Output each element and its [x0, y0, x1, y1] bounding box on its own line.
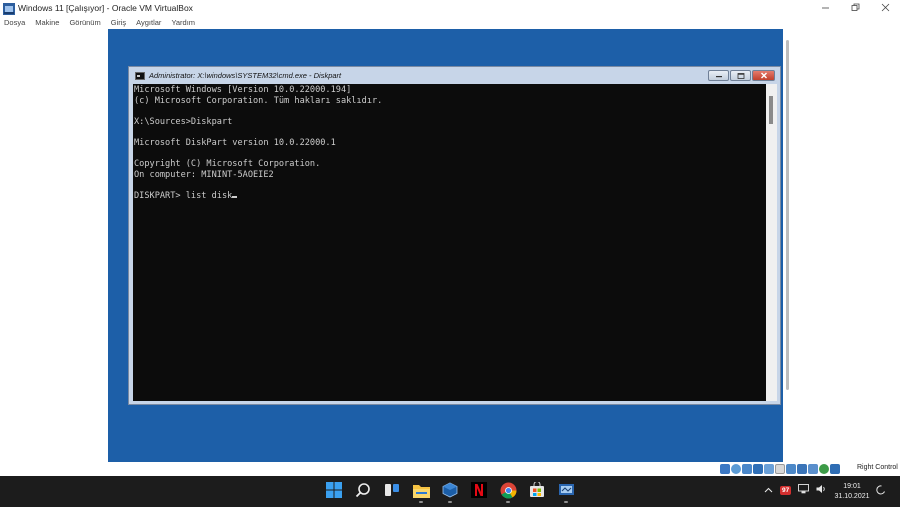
console-line: Microsoft DiskPart version 10.0.22000.1	[134, 137, 336, 148]
usb-icon[interactable]	[764, 464, 774, 474]
menu-aygitlar[interactable]: Aygıtlar	[136, 18, 161, 27]
console-line: X:\Sources>Diskpart	[134, 116, 233, 127]
window-title: Windows 11 [Çalışıyor] - Oracle VM Virtu…	[18, 3, 193, 13]
running-indicator	[419, 501, 423, 503]
notification-badge[interactable]: 97	[780, 486, 792, 495]
audio-icon[interactable]	[742, 464, 752, 474]
console-line: Copyright (C) Microsoft Corporation.	[134, 159, 321, 170]
menu-dosya[interactable]: Dosya	[4, 18, 25, 27]
virtualbox-manager-icon[interactable]	[556, 480, 576, 503]
vbox-title-bar: Windows 11 [Çalışıyor] - Oracle VM Virtu…	[0, 0, 900, 16]
clock-date: 31.10.2021	[834, 493, 870, 500]
task-view-icon[interactable]	[382, 480, 402, 500]
cmd-close-icon[interactable]	[752, 70, 775, 81]
command-line[interactable]: DISKPART> list disk	[134, 191, 382, 202]
vbox-status-bar: Right Control	[0, 462, 900, 476]
windows-start-icon[interactable]	[324, 480, 344, 500]
running-indicator	[564, 501, 568, 503]
host-key-label: Right Control	[857, 464, 898, 471]
menu-makine[interactable]: Makine	[35, 18, 59, 27]
host-scrollbar[interactable]	[786, 40, 789, 390]
console-output[interactable]: Microsoft Windows [Version 10.0.22000.19…	[133, 84, 766, 401]
window-controls	[810, 0, 900, 14]
virtualbox-icon[interactable]	[440, 480, 460, 503]
display-icon[interactable]	[786, 464, 796, 474]
clock-time: 19:01	[843, 483, 861, 490]
virtualbox-window: Windows 11 [Çalışıyor] - Oracle VM Virtu…	[0, 0, 900, 507]
cmd-title-bar[interactable]: Administrator: X:\windows\SYSTEM32\cmd.e…	[129, 67, 780, 84]
menu-giris[interactable]: Giriş	[111, 18, 126, 27]
minimize-icon[interactable]	[810, 0, 840, 14]
console-scrollbar[interactable]	[766, 84, 777, 401]
status-icons	[720, 464, 840, 474]
microsoft-store-icon[interactable]	[527, 480, 547, 500]
chrome-icon[interactable]	[498, 480, 518, 503]
cmd-window: Administrator: X:\windows\SYSTEM32\cmd.e…	[128, 66, 781, 405]
virtualbox-app-icon	[3, 2, 15, 15]
console-line: (c) Microsoft Corporation. Tüm hakları s…	[134, 95, 383, 106]
file-explorer-icon[interactable]	[411, 480, 431, 503]
cmd-title: Administrator: X:\windows\SYSTEM32\cmd.e…	[149, 71, 342, 80]
console-text: Microsoft Windows [Version 10.0.22000.19…	[134, 85, 382, 202]
cmd-icon	[135, 71, 145, 80]
running-indicator	[506, 501, 510, 503]
cmd-minimize-icon[interactable]	[708, 70, 729, 81]
keyboard-icon[interactable]	[830, 464, 840, 474]
mouse-integration-icon[interactable]	[819, 464, 829, 474]
text-cursor	[232, 195, 238, 198]
menu-yardim[interactable]: Yardım	[171, 18, 195, 27]
close-icon[interactable]	[870, 0, 900, 14]
optical-drive-icon[interactable]	[731, 464, 741, 474]
system-tray: 97	[764, 484, 827, 497]
restore-icon[interactable]	[840, 0, 870, 14]
notification-center-icon[interactable]	[876, 485, 886, 498]
recording-icon[interactable]	[797, 464, 807, 474]
network-icon[interactable]	[798, 484, 810, 497]
running-indicator	[448, 501, 452, 503]
taskbar-apps	[324, 480, 576, 503]
chevron-up-icon[interactable]	[764, 485, 773, 496]
console-line: Microsoft Windows [Version 10.0.22000.19…	[134, 85, 352, 95]
cpu-icon[interactable]	[808, 464, 818, 474]
network-icon[interactable]	[753, 464, 763, 474]
volume-icon[interactable]	[816, 484, 827, 497]
command-input[interactable]: list disk	[186, 191, 233, 201]
clock[interactable]: 19:01 31.10.2021	[832, 482, 872, 502]
taskbar: 97 19:01 31.10.2021	[0, 476, 900, 507]
netflix-icon[interactable]	[469, 480, 489, 500]
search-icon[interactable]	[353, 480, 373, 500]
console-scroll-thumb[interactable]	[769, 96, 773, 124]
menu-bar: Dosya Makine Görünüm Giriş Aygıtlar Yard…	[0, 16, 900, 28]
cmd-window-controls	[708, 70, 775, 81]
menu-gorunum[interactable]: Görünüm	[69, 18, 100, 27]
hard-disk-icon[interactable]	[720, 464, 730, 474]
console-line: On computer: MININT-5AOEIE2	[134, 169, 274, 180]
shared-folder-icon[interactable]	[775, 464, 785, 474]
cmd-maximize-icon[interactable]	[730, 70, 751, 81]
diskpart-prompt: DISKPART>	[134, 190, 186, 201]
